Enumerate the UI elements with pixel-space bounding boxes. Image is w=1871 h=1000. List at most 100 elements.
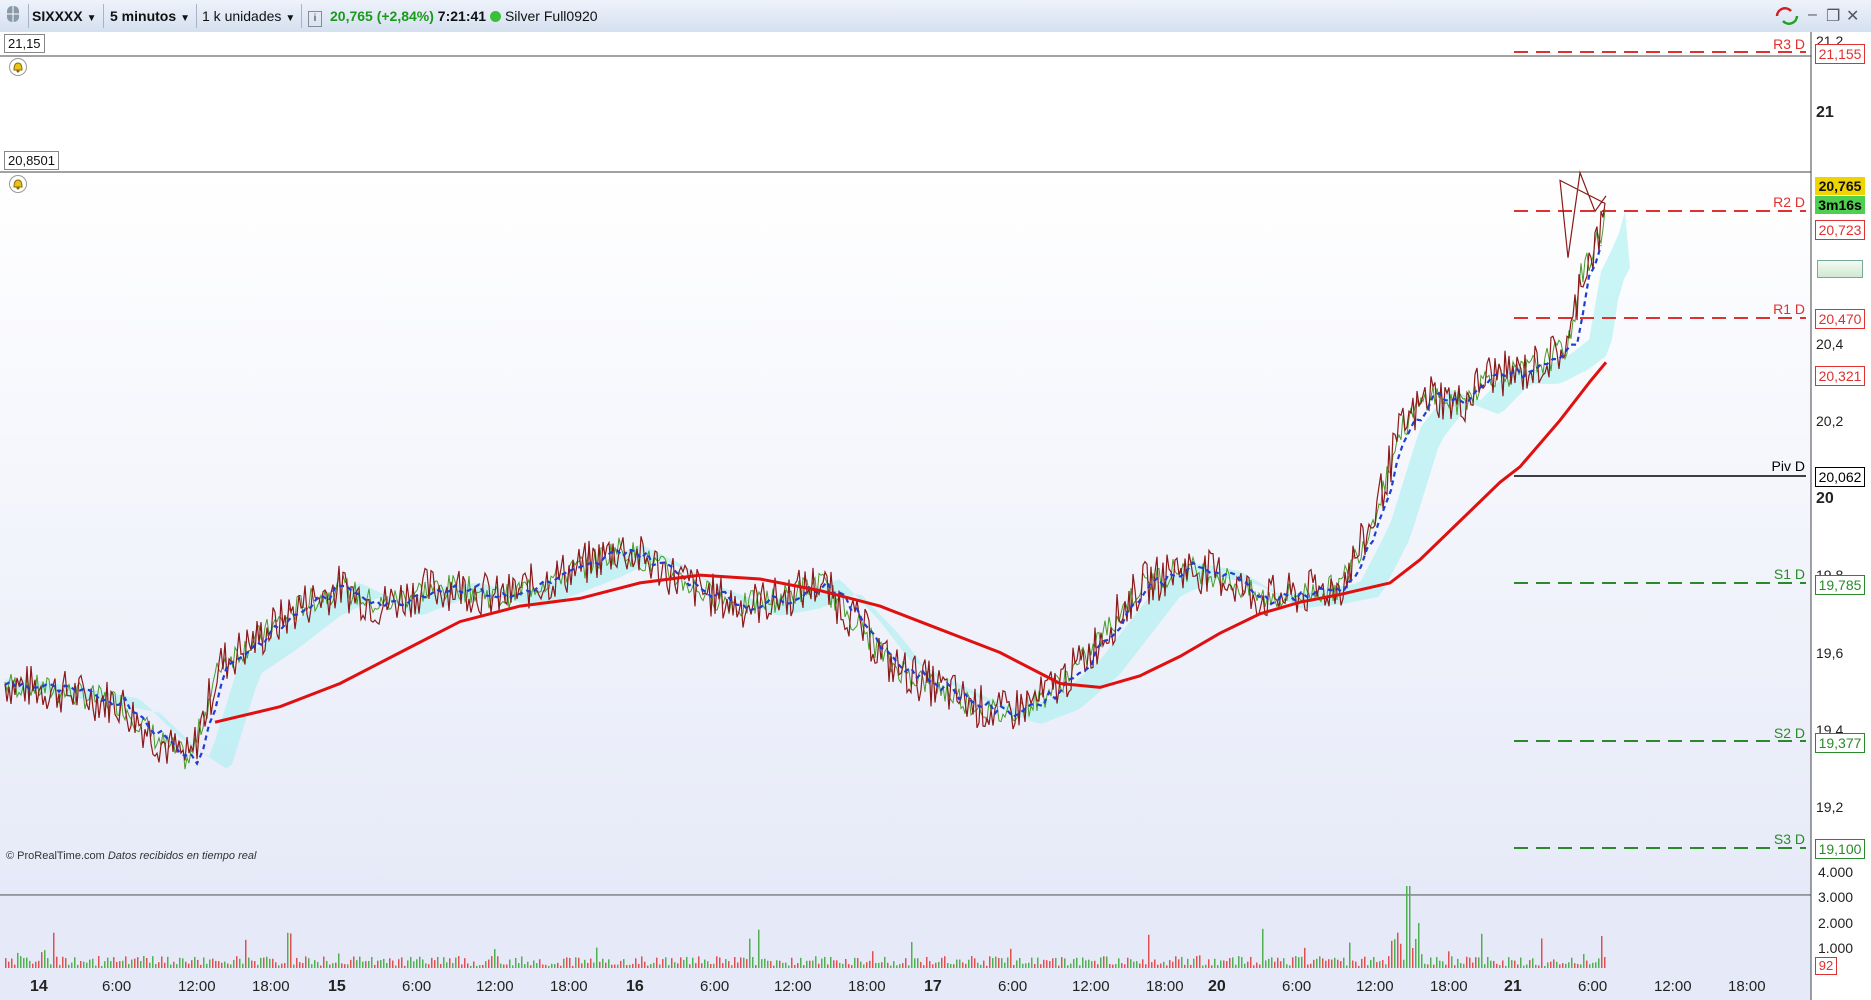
- volume-bar: [1592, 962, 1594, 968]
- info-icon[interactable]: i: [308, 11, 322, 27]
- volume-bar: [1445, 964, 1447, 968]
- volume-bar: [1016, 960, 1018, 968]
- volume-bar: [485, 961, 487, 968]
- volume-bar: [494, 949, 496, 968]
- units-selector[interactable]: 1 k unidades ▼: [196, 4, 303, 28]
- pivot-value: 20,723: [1815, 220, 1865, 240]
- volume-bar: [773, 965, 775, 968]
- volume-bar: [1394, 939, 1396, 968]
- minimize-icon[interactable]: –: [1808, 6, 1817, 24]
- volume-bar: [1280, 961, 1282, 968]
- volume-bar: [728, 961, 730, 968]
- volume-bar: [416, 959, 418, 968]
- volume-bar: [1472, 962, 1474, 968]
- volume-bar: [479, 965, 481, 968]
- volume-bar: [1457, 958, 1459, 968]
- volume-bar: [257, 964, 259, 968]
- volume-bar: [290, 933, 292, 968]
- volume-bar: [617, 964, 619, 968]
- volume-bar: [1214, 958, 1216, 968]
- volume-bar: [251, 960, 253, 968]
- restore-icon[interactable]: ❐: [1826, 6, 1840, 26]
- volume-bar: [1193, 958, 1195, 968]
- volume-bar: [737, 962, 739, 968]
- volume-bar: [656, 957, 658, 968]
- volume-bar: [1343, 957, 1345, 968]
- volume-bar: [245, 939, 247, 968]
- volume-bar: [1535, 964, 1537, 968]
- volume-bar: [644, 961, 646, 968]
- volume-bar: [1220, 960, 1222, 968]
- volume-bar: [1580, 964, 1582, 968]
- volume-bar: [1094, 960, 1096, 968]
- volume-bar: [1421, 954, 1423, 968]
- volume-bar: [1565, 963, 1567, 968]
- volume-bar: [491, 956, 493, 968]
- volume-bar: [1553, 959, 1555, 968]
- volume-bar: [1598, 958, 1600, 968]
- volume-bar: [182, 958, 184, 968]
- volume-bar: [1097, 964, 1099, 968]
- axis-label-main-0: 20,4: [1816, 336, 1844, 352]
- volume-bar: [560, 965, 562, 968]
- volume-bar: [401, 957, 403, 968]
- pivot-label: S1 D: [1773, 566, 1805, 582]
- volume-bar: [1604, 957, 1606, 968]
- volume-bar: [1286, 964, 1288, 968]
- volume-bar: [686, 956, 688, 968]
- volume-bar: [77, 964, 79, 968]
- alert-bell-icon[interactable]: [9, 58, 27, 76]
- grid-menu-icon[interactable]: [0, 4, 29, 28]
- volume-bar: [740, 957, 742, 968]
- chevron-down-icon: ▼: [86, 13, 97, 24]
- volume-bar: [818, 963, 820, 968]
- volume-bar: [851, 965, 853, 968]
- x-axis-label: 18:00: [1146, 978, 1184, 995]
- sync-icon[interactable]: [1774, 6, 1800, 31]
- volume-bar: [1022, 963, 1024, 968]
- volume-bar: [602, 958, 604, 968]
- timeframe-selector[interactable]: 5 minutos ▼: [104, 4, 198, 28]
- volume-bar: [1142, 959, 1144, 968]
- volume-bar: [1358, 965, 1360, 968]
- symbol-selector[interactable]: SIXXXX ▼: [26, 4, 104, 28]
- volume-bar: [1337, 959, 1339, 968]
- volume-bar: [788, 965, 790, 968]
- x-axis-label: 17: [924, 978, 942, 995]
- volume-bar: [1448, 951, 1450, 968]
- volume-bar: [1004, 962, 1006, 968]
- volume-bar: [767, 960, 769, 968]
- volume-bar: [1217, 965, 1219, 968]
- volume-bar: [1277, 957, 1279, 968]
- volume-bar: [1052, 958, 1054, 968]
- volume-bar: [533, 960, 535, 968]
- volume-bar: [1409, 886, 1411, 968]
- volume-bar: [866, 962, 868, 968]
- volume-bar: [1208, 959, 1210, 968]
- countdown-tag: 3m16s: [1815, 196, 1865, 214]
- volume-bar: [1058, 965, 1060, 968]
- volume-bar: [1088, 959, 1090, 968]
- price-chart[interactable]: [0, 32, 1871, 1000]
- close-icon[interactable]: ✕: [1846, 6, 1859, 26]
- volume-bar: [1493, 960, 1495, 968]
- alert-bell-icon[interactable]: [9, 175, 27, 193]
- volume-bar: [923, 965, 925, 968]
- volume-bar: [1451, 956, 1453, 968]
- volume-bar: [725, 959, 727, 968]
- volume-bar: [713, 963, 715, 968]
- volume-bar: [1352, 960, 1354, 968]
- volume-bar: [989, 956, 991, 968]
- volume-bar: [1517, 964, 1519, 968]
- volume-bar: [101, 965, 103, 968]
- volume-bar: [1028, 962, 1030, 968]
- volume-bar: [983, 960, 985, 968]
- volume-bar: [1439, 960, 1441, 968]
- volume-bar: [569, 957, 571, 968]
- x-axis-label: 18:00: [1728, 978, 1766, 995]
- volume-bar: [1001, 958, 1003, 968]
- volume-bar: [26, 957, 28, 968]
- volume-bar: [359, 956, 361, 968]
- volume-bar: [881, 962, 883, 968]
- volume-bar: [584, 959, 586, 968]
